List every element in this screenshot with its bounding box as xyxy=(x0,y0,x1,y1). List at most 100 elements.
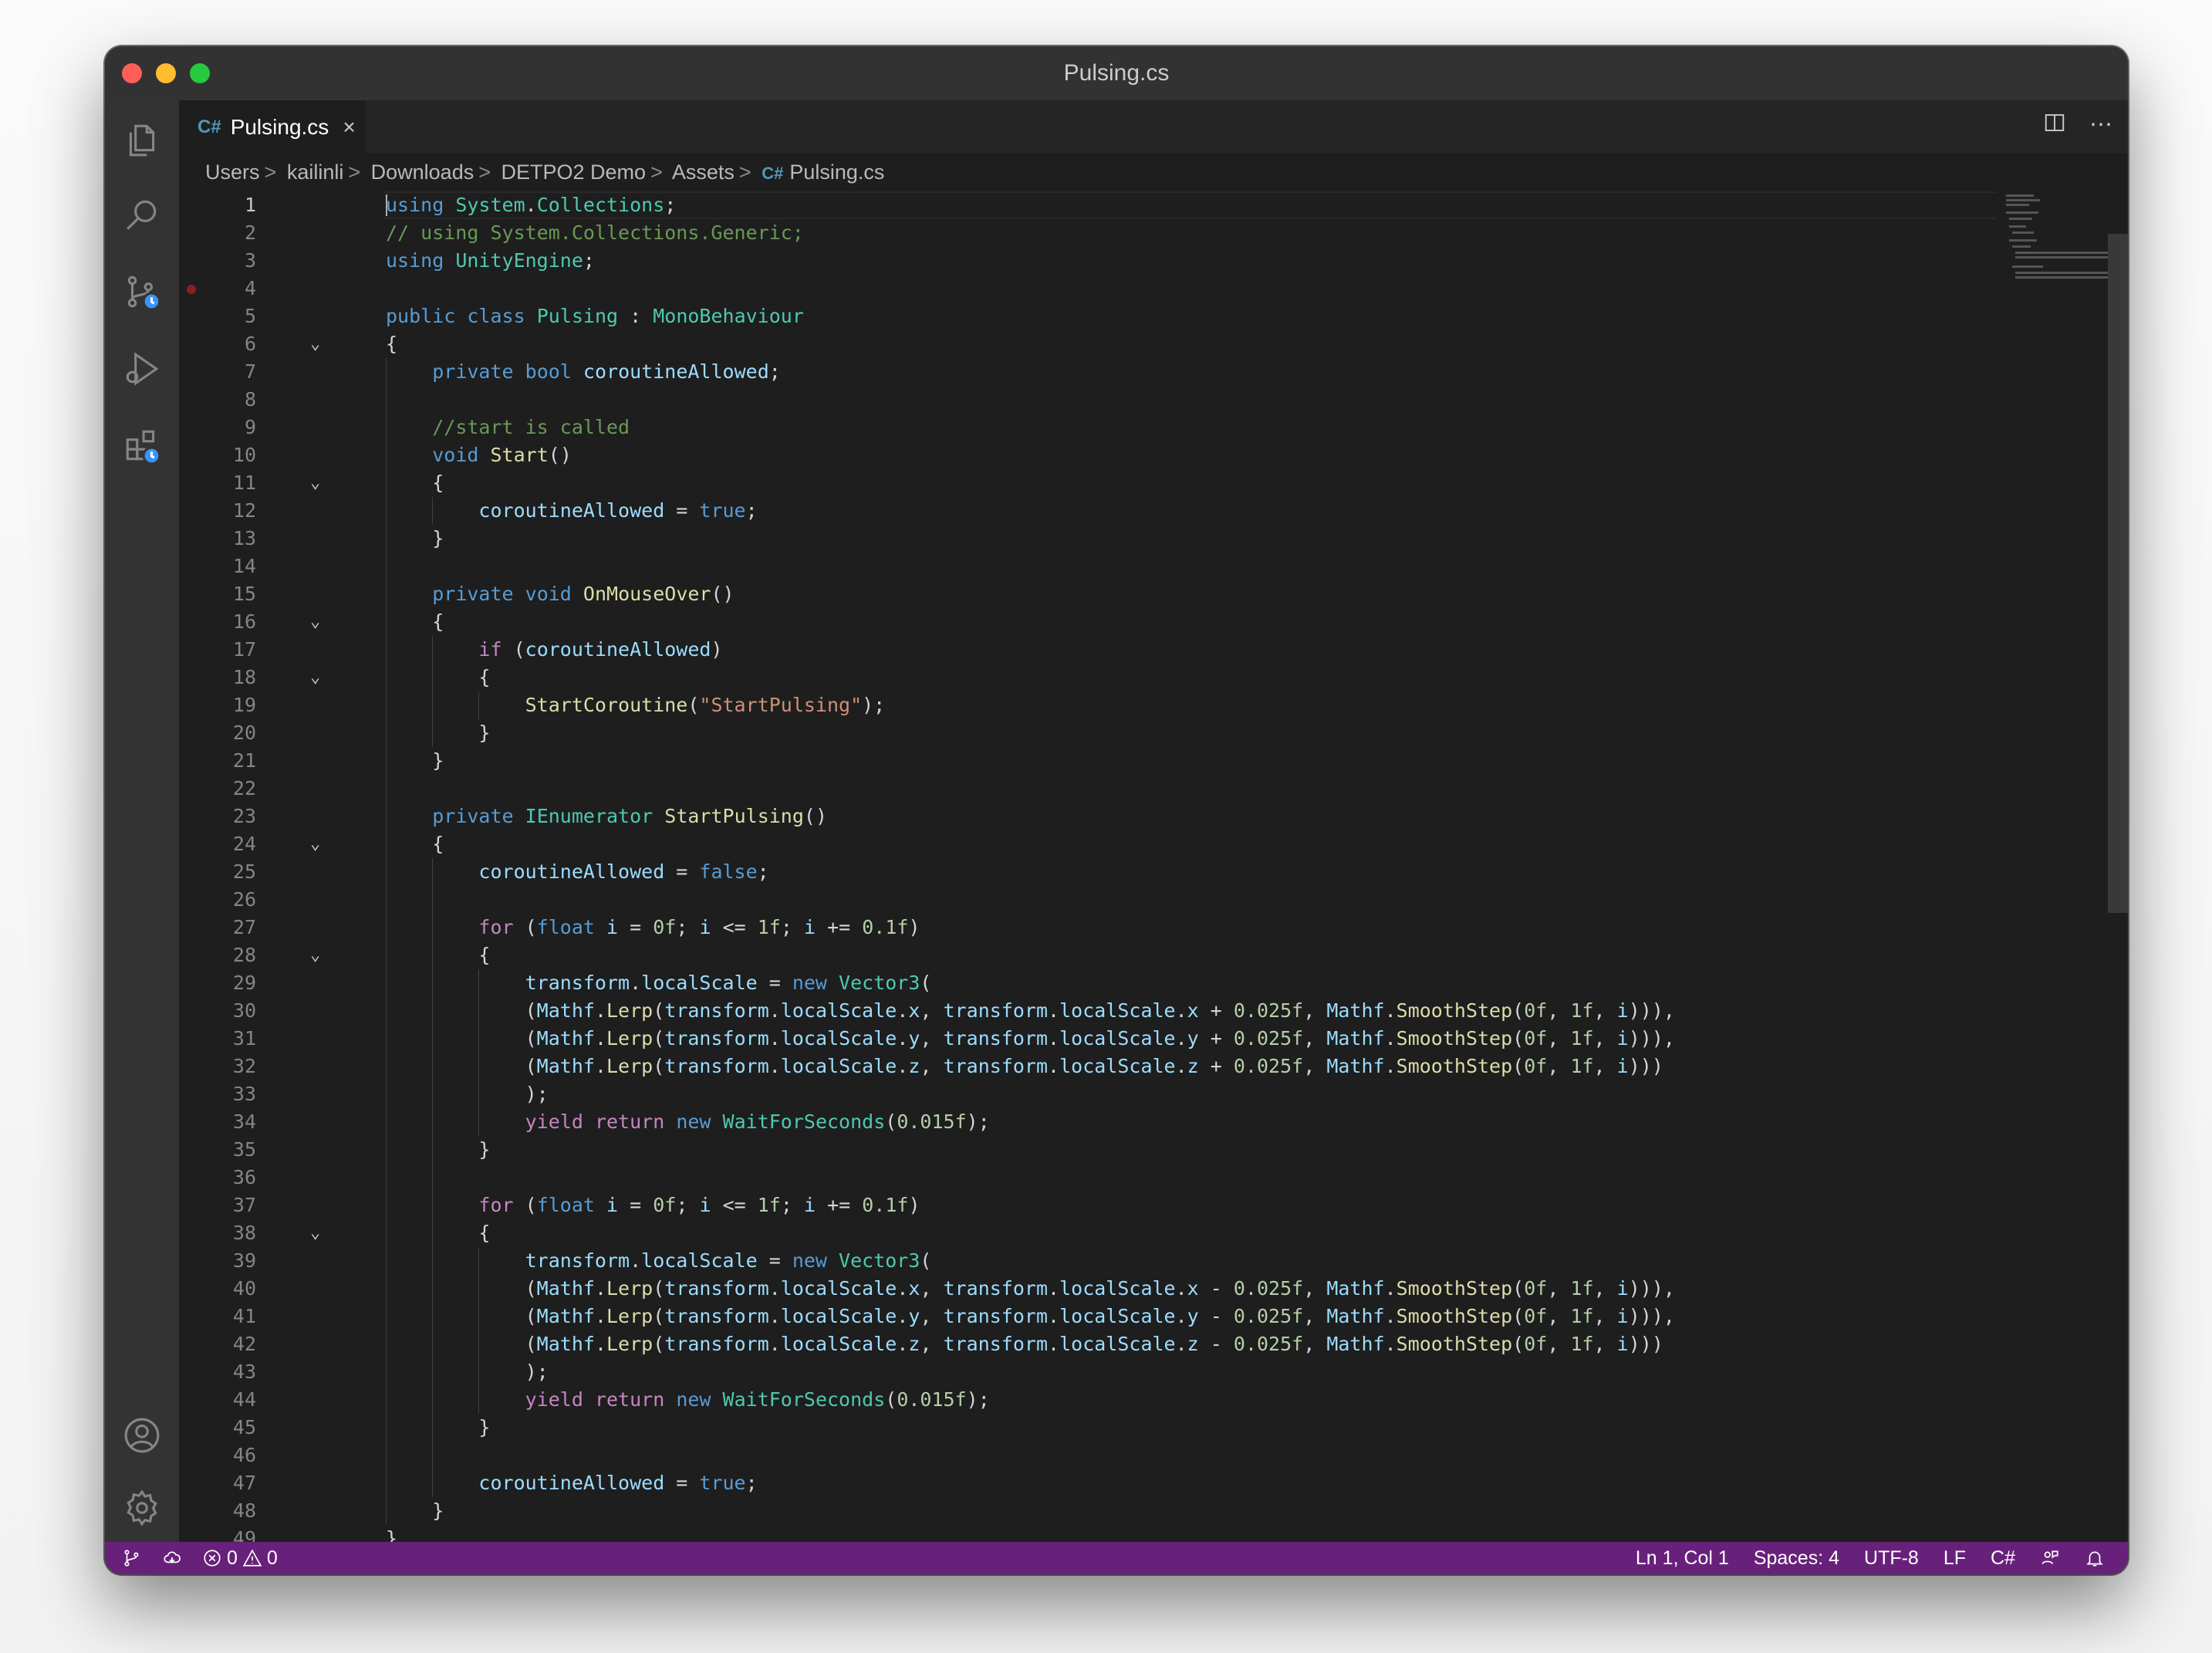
line-gutter[interactable]: 25 xyxy=(179,858,349,886)
breadcrumb-item[interactable]: DETPO2 Demo xyxy=(501,161,647,184)
line-gutter[interactable]: 12 xyxy=(179,497,349,525)
line-gutter[interactable]: 30 xyxy=(179,997,349,1025)
code-line[interactable]: 48 } xyxy=(179,1497,2128,1525)
line-gutter[interactable]: 36 xyxy=(179,1164,349,1192)
code-line[interactable]: 19 StartCoroutine("StartPulsing"); xyxy=(179,691,2128,719)
code-line[interactable]: 22 xyxy=(179,775,2128,803)
line-gutter[interactable]: 45 xyxy=(179,1414,349,1442)
code-line[interactable]: 44 yield return new WaitForSeconds(0.015… xyxy=(179,1386,2128,1414)
code-line[interactable]: 34 yield return new WaitForSeconds(0.015… xyxy=(179,1108,2128,1136)
code-line[interactable]: 15 private void OnMouseOver() xyxy=(179,580,2128,608)
code-line[interactable]: 25 coroutineAllowed = false; xyxy=(179,858,2128,886)
code-editor[interactable]: 1 using System.Collections; 2// using Syst… xyxy=(179,191,2128,1542)
code-line[interactable]: 39 transform.localScale = new Vector3( xyxy=(179,1247,2128,1275)
code-line[interactable]: 46 xyxy=(179,1442,2128,1469)
code-line[interactable]: 30 (Mathf.Lerp(transform.localScale.x, t… xyxy=(179,997,2128,1025)
line-gutter[interactable]: 29 xyxy=(179,969,349,997)
code-line[interactable]: 49} xyxy=(179,1525,2128,1542)
split-editor-icon[interactable] xyxy=(2043,111,2066,140)
line-gutter[interactable]: 18 ⌄ xyxy=(179,664,349,691)
code-line[interactable]: 24 ⌄ { xyxy=(179,830,2128,858)
line-gutter[interactable]: 46 xyxy=(179,1442,349,1469)
line-gutter[interactable]: 15 xyxy=(179,580,349,608)
code-line[interactable]: 38 ⌄ { xyxy=(179,1219,2128,1247)
line-gutter[interactable]: 22 xyxy=(179,775,349,803)
language-mode[interactable]: C# xyxy=(1991,1542,2015,1574)
line-gutter[interactable]: 4 xyxy=(179,275,349,303)
settings-gear-icon[interactable] xyxy=(119,1485,165,1531)
line-gutter[interactable]: 11 ⌄ xyxy=(179,469,349,497)
code-line[interactable]: 33 ); xyxy=(179,1080,2128,1108)
code-line[interactable]: 28 ⌄ { xyxy=(179,941,2128,969)
code-line[interactable]: 35 } xyxy=(179,1136,2128,1164)
code-line[interactable]: 1 using System.Collections; xyxy=(179,191,2128,219)
breadcrumb-item[interactable]: Downloads xyxy=(371,161,474,184)
breadcrumb-item[interactable]: Assets xyxy=(672,161,735,184)
line-gutter[interactable]: 1 xyxy=(179,191,349,219)
line-gutter[interactable]: 20 xyxy=(179,719,349,747)
vertical-scrollbar[interactable] xyxy=(2108,234,2128,913)
feedback-icon[interactable] xyxy=(2040,1548,2060,1568)
line-gutter[interactable]: 9 xyxy=(179,414,349,441)
encoding[interactable]: UTF-8 xyxy=(1864,1542,1919,1574)
line-gutter[interactable]: 17 xyxy=(179,636,349,664)
line-gutter[interactable]: 42 xyxy=(179,1330,349,1358)
line-gutter[interactable]: 40 xyxy=(179,1275,349,1303)
line-gutter[interactable]: 48 xyxy=(179,1497,349,1525)
line-gutter[interactable]: 7 xyxy=(179,358,349,386)
code-line[interactable]: 10 void Start() xyxy=(179,441,2128,469)
line-gutter[interactable]: 19 xyxy=(179,691,349,719)
notifications-bell-icon[interactable] xyxy=(2085,1548,2105,1568)
fold-chevron-icon[interactable]: ⌄ xyxy=(310,330,320,358)
line-gutter[interactable]: 39 xyxy=(179,1247,349,1275)
line-gutter[interactable]: 16 ⌄ xyxy=(179,608,349,636)
code-line[interactable]: 41 (Mathf.Lerp(transform.localScale.y, t… xyxy=(179,1303,2128,1330)
code-line[interactable]: 47 coroutineAllowed = true; xyxy=(179,1469,2128,1497)
code-line[interactable]: 37 for (float i = 0f; i <= 1f; i += 0.1f… xyxy=(179,1192,2128,1219)
minimap[interactable] xyxy=(2006,191,2108,284)
line-gutter[interactable]: 33 xyxy=(179,1080,349,1108)
code-line[interactable]: 4 xyxy=(179,275,2128,303)
code-line[interactable]: 3 using UnityEngine; xyxy=(179,247,2128,275)
fold-chevron-icon[interactable]: ⌄ xyxy=(310,1219,320,1247)
line-gutter[interactable]: 5 xyxy=(179,303,349,330)
line-gutter[interactable]: 23 xyxy=(179,803,349,830)
code-line[interactable]: 13 } xyxy=(179,525,2128,553)
code-line[interactable]: 7 private bool coroutineAllowed; xyxy=(179,358,2128,386)
search-icon[interactable] xyxy=(119,191,165,238)
line-gutter[interactable]: 28 ⌄ xyxy=(179,941,349,969)
end-of-line[interactable]: LF xyxy=(1944,1542,1966,1574)
code-line[interactable]: 23 private IEnumerator StartPulsing() xyxy=(179,803,2128,830)
line-gutter[interactable]: 49 xyxy=(179,1525,349,1542)
tab-pulsing-cs[interactable]: C# Pulsing.cs × xyxy=(179,100,366,153)
problems-indicator[interactable]: 0 0 xyxy=(202,1542,278,1574)
git-branch-icon[interactable] xyxy=(122,1548,142,1568)
line-gutter[interactable]: 37 xyxy=(179,1192,349,1219)
code-line[interactable]: 32 (Mathf.Lerp(transform.localScale.z, t… xyxy=(179,1053,2128,1080)
code-line[interactable]: 16 ⌄ { xyxy=(179,608,2128,636)
line-gutter[interactable]: 31 xyxy=(179,1025,349,1053)
code-line[interactable]: 29 transform.localScale = new Vector3( xyxy=(179,969,2128,997)
code-line[interactable]: 43 ); xyxy=(179,1358,2128,1386)
code-line[interactable]: 21 } xyxy=(179,747,2128,775)
line-gutter[interactable]: 27 xyxy=(179,914,349,941)
fold-chevron-icon[interactable]: ⌄ xyxy=(310,941,320,969)
code-line[interactable]: 6 ⌄{ xyxy=(179,330,2128,358)
fold-chevron-icon[interactable]: ⌄ xyxy=(310,608,320,636)
code-line[interactable]: 26 xyxy=(179,886,2128,914)
source-control-icon[interactable] xyxy=(119,269,165,315)
code-line[interactable]: 11 ⌄ { xyxy=(179,469,2128,497)
indentation[interactable]: Spaces: 4 xyxy=(1754,1542,1839,1574)
code-line[interactable]: 45 } xyxy=(179,1414,2128,1442)
code-line[interactable]: 20 } xyxy=(179,719,2128,747)
line-gutter[interactable]: 44 xyxy=(179,1386,349,1414)
run-debug-icon[interactable] xyxy=(119,346,165,392)
code-line[interactable]: 5 public class Pulsing : MonoBehaviour xyxy=(179,303,2128,330)
line-gutter[interactable]: 13 xyxy=(179,525,349,553)
line-gutter[interactable]: 34 xyxy=(179,1108,349,1136)
line-gutter[interactable]: 8 xyxy=(179,386,349,414)
code-line[interactable]: 9 //start is called xyxy=(179,414,2128,441)
fold-chevron-icon[interactable]: ⌄ xyxy=(310,830,320,858)
tab-close-icon[interactable]: × xyxy=(343,115,355,140)
line-gutter[interactable]: 21 xyxy=(179,747,349,775)
